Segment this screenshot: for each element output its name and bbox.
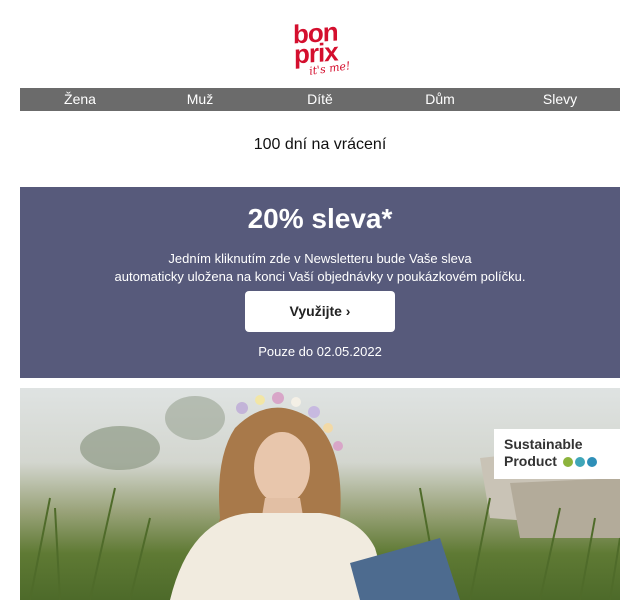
nav-item-slevy[interactable]: Slevy: [500, 88, 620, 111]
bonprix-logo[interactable]: bon prix it's me!: [293, 16, 353, 78]
discount-validity: Pouze do 02.05.2022: [258, 344, 382, 359]
badge-dots-icon: [562, 454, 599, 471]
badge-line-2: Product: [504, 453, 557, 469]
nav-item-muz[interactable]: Muž: [140, 88, 260, 111]
discount-description: Jedním kliknutím zde v Newsletteru bude …: [20, 250, 620, 286]
nav-item-zena[interactable]: Žena: [20, 88, 140, 111]
hero-photo: [29, 392, 620, 600]
discount-description-line-2: automaticky uložena na konci Vaší objedn…: [114, 269, 526, 284]
discount-headline: 20% sleva*: [247, 203, 393, 234]
returns-notice: 100 dní na vrácení: [253, 136, 387, 153]
discount-description-line-1: Jedním kliknutím zde v Newsletteru bude …: [168, 251, 472, 266]
nav-item-dum[interactable]: Dům: [380, 88, 500, 111]
discount-banner: 20% sleva* Jedním kliknutím zde v Newsle…: [20, 187, 620, 378]
use-discount-button[interactable]: Využijte ›: [245, 291, 395, 332]
nav-item-dite[interactable]: Dítě: [260, 88, 380, 111]
category-nav: Žena Muž Dítě Dům Slevy: [20, 88, 620, 111]
hero-image[interactable]: Sustainable Product: [20, 388, 620, 600]
badge-line-1: Sustainable: [504, 436, 583, 452]
sustainable-product-badge: Sustainable Product: [494, 429, 620, 479]
